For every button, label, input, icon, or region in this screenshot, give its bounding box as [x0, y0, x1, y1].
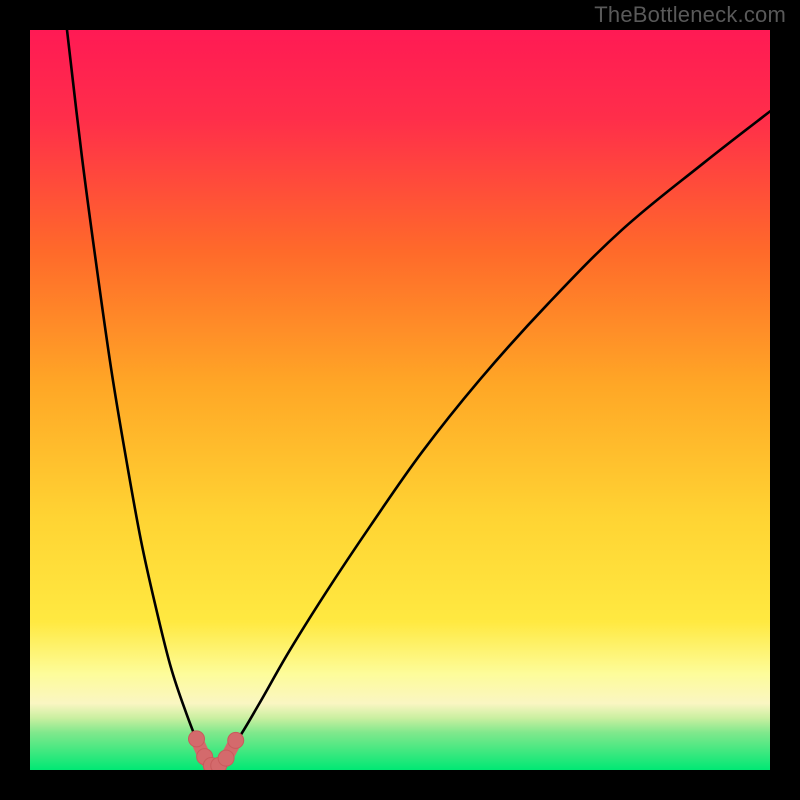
gradient-background — [30, 30, 770, 770]
plot-area — [30, 30, 770, 770]
marker-dot — [218, 750, 234, 766]
chart-frame: TheBottleneck.com — [0, 0, 800, 800]
marker-dot — [189, 731, 205, 747]
watermark-text: TheBottleneck.com — [594, 2, 786, 28]
chart-svg — [30, 30, 770, 770]
marker-dot — [228, 732, 244, 748]
